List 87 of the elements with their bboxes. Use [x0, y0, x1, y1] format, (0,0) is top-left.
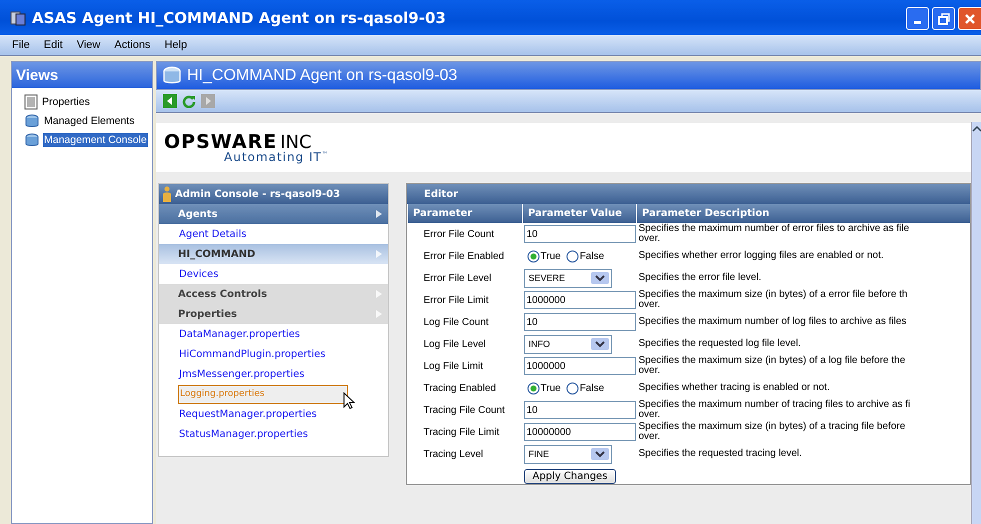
navigation-link[interactable]: HiCommandPlugin.properties [178, 346, 327, 362]
refresh-button[interactable] [181, 93, 197, 109]
arrow-icon [376, 290, 382, 298]
menu-item[interactable]: Actions [108, 39, 158, 51]
input-field[interactable]: 10 [524, 401, 636, 419]
parameter-description: Specifies the requested log file level. [638, 338, 801, 349]
parameter-name: Tracing Level [424, 448, 484, 460]
cursor-icon [343, 392, 355, 410]
parameter-name: Error File Limit [424, 294, 489, 306]
views-header: Views [12, 62, 152, 88]
views-item[interactable]: Properties [41, 95, 91, 109]
input-field[interactable]: 10000000 [524, 423, 636, 441]
navigation-section[interactable]: Agents [159, 204, 388, 224]
caret-icon [972, 125, 981, 133]
input-field[interactable]: 10 [524, 313, 636, 331]
navigation-link[interactable]: DataManager.properties [178, 326, 302, 342]
chevron-icon [590, 272, 608, 284]
chevron-icon [590, 448, 608, 460]
radio-option[interactable]: True [526, 382, 561, 394]
content-title: HI_COMMAND Agent on rs-qasol9-03 [187, 66, 458, 84]
column-header: Parameter [408, 204, 522, 223]
editor-header: Editor [407, 184, 970, 204]
dropdown[interactable]: INFO [524, 334, 612, 354]
parameter-description: Specifies the error file level. [638, 272, 762, 283]
radio-option[interactable]: False [566, 250, 604, 262]
views-item[interactable]: Management Console [43, 133, 148, 147]
apply-changes-button[interactable]: Apply Changes [524, 468, 616, 484]
company-logo: OPSWARE INC Automating IT$^{™}$ [164, 131, 329, 164]
parameter-name: Error File Level [424, 272, 492, 284]
chevron-icon [590, 338, 608, 350]
parameter-description: Specifies the maximum size (in bytes) of a error file before th over. [638, 289, 908, 310]
arrow-icon [376, 310, 382, 318]
navigation-link[interactable]: RequestManager.properties [178, 406, 318, 422]
column-header: Parameter Value [522, 204, 636, 223]
menu-item[interactable]: Help [158, 39, 196, 51]
database-icon [24, 114, 40, 128]
input-field[interactable]: 10 [524, 225, 636, 243]
menu-item[interactable]: File [6, 39, 38, 51]
parameter-name: Error File Count [424, 228, 494, 240]
parameter-description: Specifies the requested tracing level. [638, 448, 802, 459]
document-icon [24, 94, 38, 110]
parameter-description: Specifies the maximum number of error files to archive as file over. [638, 223, 910, 244]
navigation-title: Admin Console - rs-qasol9-03 [175, 188, 340, 200]
parameter-description: Specifies whether tracing is enabled or not. [638, 382, 830, 393]
parameter-name: Tracing File Limit [424, 426, 500, 438]
dropdown[interactable]: SEVERE [524, 268, 612, 288]
window-title: ASAS Agent HI_COMMAND Agent on rs-qasol9-03 [32, 8, 446, 26]
close-icon [963, 12, 977, 26]
server-icon [10, 10, 26, 26]
column-header: Parameter Description [636, 204, 970, 223]
restore-icon [936, 12, 950, 26]
minimize-icon [914, 21, 921, 24]
radio-option[interactable]: True [526, 250, 561, 262]
navigation-section[interactable]: HI_COMMAND [159, 244, 388, 264]
navigation-link[interactable]: JmsMessenger.properties [178, 366, 306, 382]
close-button[interactable] [958, 7, 981, 30]
menu-item[interactable]: Edit [38, 39, 71, 51]
navigation-link[interactable]: Agent Details [178, 226, 248, 242]
person-icon [162, 186, 172, 202]
input-field[interactable]: 1000000 [524, 291, 636, 309]
input-field[interactable]: 1000000 [524, 357, 636, 375]
arrow-icon [376, 250, 382, 258]
arrow-icon [376, 210, 382, 218]
parameter-description: Specifies the maximum number of tracing files to archive as fi over. [638, 399, 910, 420]
menu-item[interactable]: View [70, 39, 108, 51]
parameter-name: Log File Count [424, 316, 489, 328]
navigation-link[interactable]: Devices [178, 266, 220, 282]
parameter-description: Specifies whether error logging files are enabled or not. [638, 250, 884, 261]
parameter-name: Log File Level [424, 338, 486, 350]
navigation-link[interactable]: StatusManager.properties [178, 426, 309, 442]
views-item[interactable]: Managed Elements [43, 114, 136, 128]
navigation-section[interactable]: Properties [159, 304, 388, 324]
parameter-name: Tracing Enabled [424, 382, 496, 394]
radio-option[interactable]: False [566, 382, 604, 394]
database-icon [161, 66, 183, 86]
navigation-section[interactable]: Access Controls [159, 284, 388, 304]
back-button[interactable] [162, 93, 178, 109]
parameter-name: Error File Enabled [424, 250, 504, 262]
parameter-description: Specifies the maximum number of log files to archive as files [638, 316, 906, 327]
parameter-description: Specifies the maximum size (in bytes) of a tracing file before over. [638, 421, 906, 442]
parameter-name: Log File Limit [424, 360, 483, 372]
restore-button[interactable] [932, 7, 955, 30]
database-icon [24, 132, 40, 148]
parameter-name: Tracing File Count [424, 404, 505, 416]
minimize-button[interactable] [906, 7, 929, 30]
dropdown[interactable]: FINE [524, 444, 612, 464]
parameter-description: Specifies the maximum size (in bytes) of a log file before the over. [638, 355, 906, 376]
